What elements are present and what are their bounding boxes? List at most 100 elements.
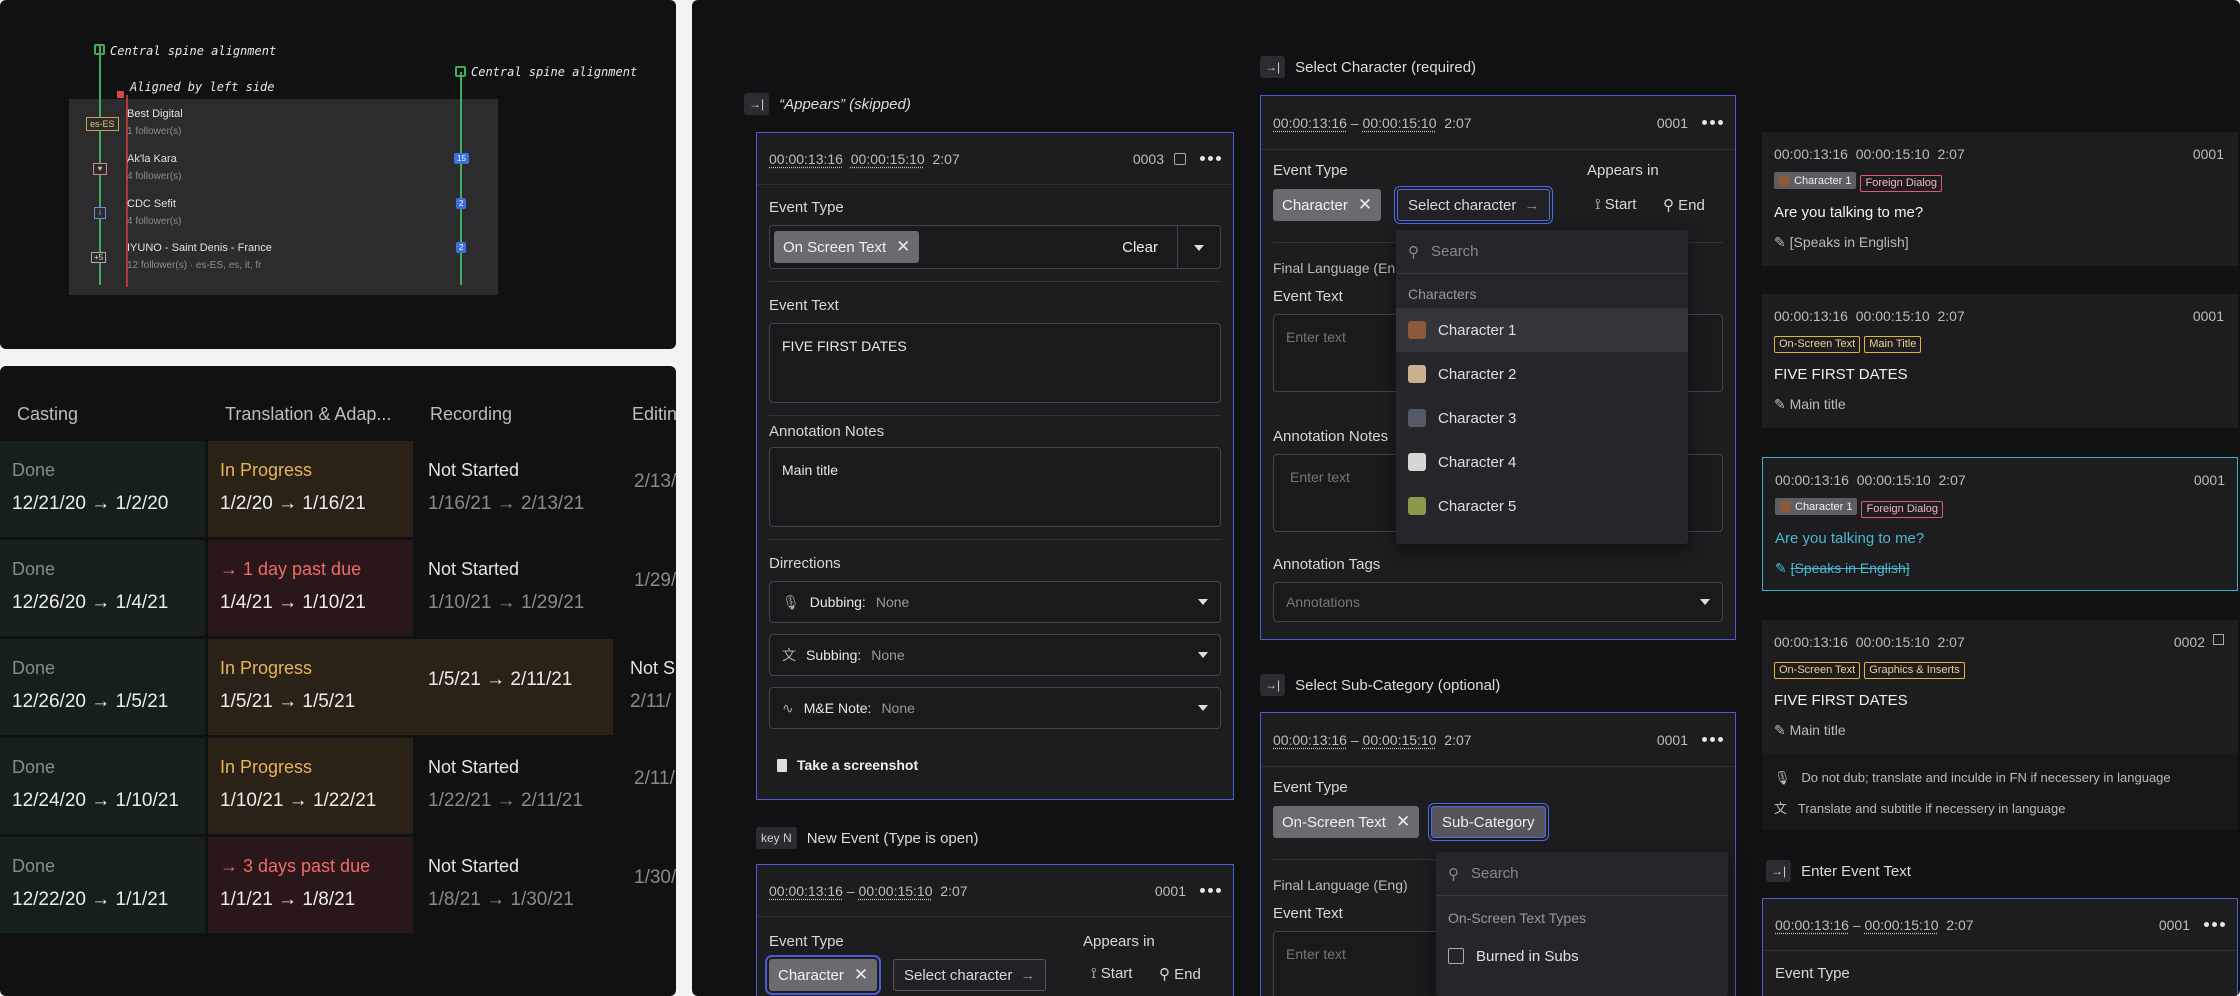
character-option[interactable]: Character 5 — [1396, 484, 1688, 528]
board-cell[interactable]: → 1 day past due 1/4/21 → 1/10/21 — [208, 540, 413, 636]
count-badge: 2 — [456, 242, 467, 253]
start-toggle[interactable]: ⟟ Start — [1091, 965, 1132, 982]
skip-key-icon: →| — [744, 93, 770, 115]
chevron-down-icon — [1198, 599, 1208, 605]
note-icon: ✎ — [1774, 722, 1786, 738]
event-editor-panel: →| “Appears” (skipped) 00:00:13:16 00:00… — [692, 0, 2240, 996]
board-cell[interactable]: → 3 days past due 1/1/21 → 1/8/21 — [208, 837, 413, 933]
start-toggle[interactable]: ⟟ Start — [1595, 196, 1636, 213]
spine-label-2: Central spine alignment — [471, 65, 638, 79]
board-cell[interactable]: Not Started 1/10/21 → 1/29/21 — [416, 540, 621, 636]
sub-category-dropdown: ⚲ Search On-Screen Text Types Burned in S… — [1436, 852, 1728, 996]
more-options-icon[interactable] — [1200, 156, 1221, 161]
on-screen-text-chip[interactable]: On-Screen Text ✕ — [1273, 806, 1420, 838]
sub-category-button[interactable]: Sub-Category — [1428, 803, 1549, 841]
left-align-label: Aligned by left side — [130, 80, 275, 94]
burned-in-subs-option[interactable]: Burned in Subs — [1436, 934, 1728, 978]
card-header: 00:00:13:16 – 00:00:15:10 2:07 0001 — [1261, 96, 1735, 150]
search-input[interactable]: ⚲ Search — [1396, 230, 1688, 274]
annotation-tags-select[interactable]: Annotations — [1273, 582, 1723, 622]
annotation-notes-input[interactable]: Main title — [769, 447, 1221, 527]
board-cell[interactable]: In Progress 1/10/21 → 1/22/21 — [208, 738, 413, 834]
event-type-select[interactable]: On Screen Text ✕ Clear — [769, 225, 1221, 269]
end-toggle[interactable]: ⚲ End — [1159, 965, 1201, 983]
dubbing-select[interactable]: 🎙 Dubbing: None — [769, 581, 1221, 623]
more-options-icon[interactable] — [1200, 888, 1221, 893]
event-type-label: Event Type — [769, 199, 844, 216]
character-4-avatar — [1408, 453, 1426, 471]
clear-button[interactable]: Clear — [1122, 239, 1158, 256]
more-options-icon[interactable] — [1702, 120, 1723, 125]
person-end-icon: ⚲ — [1159, 966, 1170, 983]
event-list-card[interactable]: 00:00:13:16 00:00:15:10 2:07 0001 On-Scre… — [1762, 294, 2238, 428]
left-marker-icon — [117, 91, 124, 98]
chevron-down-icon[interactable] — [1194, 245, 1204, 251]
chevron-down-icon — [1198, 652, 1208, 658]
checkbox-icon — [1448, 948, 1464, 964]
character-option[interactable]: Character 3 — [1396, 396, 1688, 440]
character-option[interactable]: Character 2 — [1396, 352, 1688, 396]
list-item: Ak'la Kara 4 follower(s) — [127, 153, 182, 182]
board-cell[interactable]: Done 12/26/20 → 1/5/21 — [0, 639, 205, 735]
remove-chip-icon: ✕ — [896, 237, 911, 256]
timecode-out: 00:00:15:10 — [850, 150, 925, 167]
board-cell[interactable]: 1/29/ — [622, 540, 676, 636]
board-cell[interactable]: In Progress 1/2/20 → 1/16/21 — [208, 441, 413, 537]
board-cell[interactable]: Not Started 1/8/21 → 1/30/21 — [416, 837, 621, 933]
board-cell[interactable]: Done 12/21/20 → 1/2/20 — [0, 441, 205, 537]
more-badge: +5 — [91, 252, 107, 263]
workflow-board-panel: Casting Translation & Adap... Recording … — [0, 366, 676, 996]
event-list-card[interactable]: 00:00:13:16 00:00:15:10 2:07 0002 On-Scre… — [1762, 620, 2238, 830]
lang-badge: es-ES — [86, 117, 119, 131]
board-cell[interactable]: Done 12/26/20 → 1/4/21 — [0, 540, 205, 636]
board-cell[interactable]: Done 12/22/20 → 1/1/21 — [0, 837, 205, 933]
translate-icon: 文 — [782, 647, 796, 663]
event-text-input[interactable]: FIVE FIRST DATES — [769, 323, 1221, 403]
board-cell[interactable]: 2/13/ — [622, 441, 676, 537]
board-cell[interactable]: Not S 2/11/ — [618, 639, 676, 735]
take-screenshot-button[interactable]: Take a screenshot — [777, 757, 918, 773]
character-chip[interactable]: Character ✕ — [764, 955, 882, 995]
board-cell[interactable]: 2/11/ — [622, 738, 676, 834]
search-input[interactable]: ⚲ Search — [1436, 852, 1728, 896]
note-icon: ✎ — [1775, 560, 1787, 576]
me-note-select[interactable]: ∿ M&E Note: None — [769, 687, 1221, 729]
board-cell[interactable]: In Progress 1/5/21 → 1/5/21 — [208, 639, 413, 735]
info-icon: i — [94, 207, 106, 219]
section-appears-skipped: →| “Appears” (skipped) — [744, 93, 911, 115]
event-card-enter-text[interactable]: 00:00:13:16 – 00:00:15:10 2:07 0001 Even… — [1762, 898, 2238, 996]
select-character-button[interactable]: Select character → — [1393, 186, 1554, 224]
event-number: 0003 — [1132, 150, 1164, 167]
board-cell[interactable]: 1/5/21 → 2/11/21 — [416, 639, 621, 735]
spine-marker-2-icon — [455, 66, 466, 77]
event-type-chip[interactable]: On Screen Text ✕ — [774, 231, 920, 263]
character-2-avatar — [1408, 365, 1426, 383]
board-cell[interactable]: 1/30/ — [622, 837, 676, 933]
character-1-avatar — [1408, 321, 1426, 339]
event-card-new[interactable]: 00:00:13:16 – 00:00:15:10 2:07 0001 Even… — [756, 864, 1234, 996]
character-option[interactable]: Character 1 — [1396, 308, 1688, 352]
subbing-select[interactable]: 文 Subbing: None — [769, 634, 1221, 676]
section-select-character: →| Select Character (required) — [1260, 56, 1476, 78]
event-card-0003[interactable]: 00:00:13:16 00:00:15:10 2:07 0003 Event … — [756, 132, 1234, 800]
chevron-down-icon — [1198, 705, 1208, 711]
character-option[interactable]: Character 4 — [1396, 440, 1688, 484]
event-type-label: Event Type — [769, 933, 844, 950]
character-chip[interactable]: Character ✕ — [1273, 189, 1382, 221]
column-header-editing: Editin — [632, 404, 676, 424]
select-character-button[interactable]: Select character → — [893, 959, 1047, 991]
board-cell[interactable]: Not Started 1/16/21 → 2/13/21 — [416, 441, 621, 537]
section-enter-event-text: →| Enter Event Text — [1766, 860, 1911, 882]
character-tag: Character 1 — [1774, 172, 1857, 189]
microphone-icon: 🎙 — [782, 593, 800, 610]
event-list-card-selected[interactable]: 00:00:13:16 00:00:15:10 2:07 0001 Charact… — [1762, 457, 2238, 591]
event-list-card[interactable]: 00:00:13:16 00:00:15:10 2:07 0001 Charact… — [1762, 132, 2238, 266]
more-options-icon[interactable] — [2204, 922, 2225, 927]
end-toggle[interactable]: ⚲ End — [1663, 196, 1705, 214]
spine-marker-1-icon — [94, 44, 105, 55]
board-cell[interactable]: Not Started 1/22/21 → 2/11/21 — [416, 738, 621, 834]
directions-label: Dirrections — [769, 555, 841, 572]
board-cell[interactable]: Done 12/24/20 → 1/10/21 — [0, 738, 205, 834]
more-options-icon[interactable] — [1702, 737, 1723, 742]
copy-icon[interactable] — [1174, 152, 1186, 165]
